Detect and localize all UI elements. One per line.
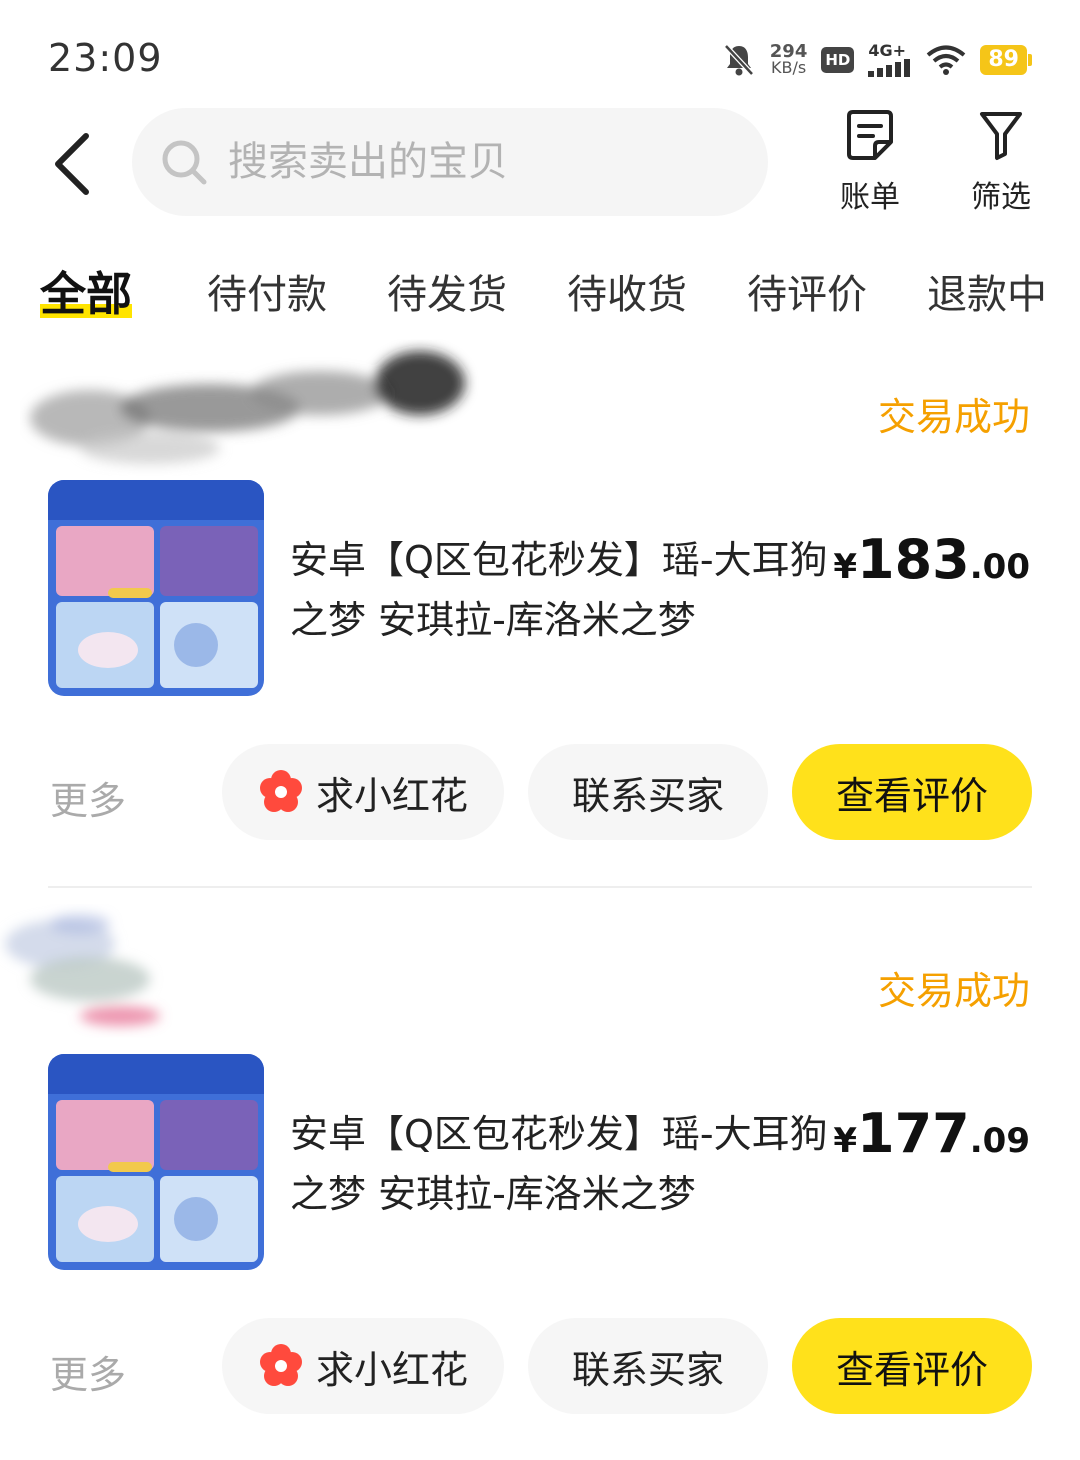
- contact-buyer-button[interactable]: 联系买家: [528, 744, 768, 840]
- battery-level: 89: [980, 45, 1027, 75]
- product-title[interactable]: 安卓【Q区包花秒发】瑶-大耳狗之梦 安琪拉-库洛米之梦: [290, 530, 830, 650]
- buyer-name-redacted: [30, 351, 465, 464]
- signal-icon: [868, 59, 911, 77]
- order-status: 交易成功: [877, 969, 1030, 1013]
- view-review-button[interactable]: 查看评价: [792, 744, 1032, 840]
- more-button[interactable]: 更多: [50, 1344, 126, 1399]
- order-price: ¥177.09: [833, 1102, 1030, 1165]
- search-icon: [162, 140, 207, 185]
- net-speed-unit: KB/s: [770, 58, 807, 77]
- bill-icon: [847, 110, 893, 160]
- filter-label: 筛选: [971, 180, 1031, 215]
- tab-pending-payment[interactable]: 待付款: [207, 262, 327, 320]
- order-tabs: 全部 待付款 待发货 待收货 待评价 退款中: [0, 262, 1080, 332]
- price-decimal: .09: [969, 1121, 1030, 1161]
- back-arrow-icon: [55, 133, 89, 195]
- search-box[interactable]: [132, 108, 768, 216]
- product-title[interactable]: 安卓【Q区包花秒发】瑶-大耳狗之梦 安琪拉-库洛米之梦: [290, 1104, 830, 1224]
- bell-off-icon: [723, 44, 754, 76]
- header: 账单 筛选: [0, 108, 1080, 220]
- order-price: ¥183.00: [833, 528, 1030, 591]
- battery-tip: [1028, 54, 1032, 66]
- price-integer: 177: [857, 1102, 970, 1165]
- ask-flower-button[interactable]: 求小红花: [222, 1318, 504, 1414]
- status-time: 23:09: [48, 36, 163, 80]
- cellular-signal: 4G+: [868, 43, 912, 77]
- tab-label: 全部: [40, 267, 132, 321]
- tab-pending-receipt[interactable]: 待收货: [567, 262, 687, 320]
- product-image[interactable]: [48, 1054, 264, 1270]
- tab-label: 待评价: [747, 272, 867, 318]
- network-type: 4G+: [868, 41, 907, 60]
- price-currency: ¥: [833, 547, 858, 587]
- tab-label: 退款中: [927, 272, 1047, 318]
- order-divider: [48, 886, 1032, 888]
- bill-label: 账单: [840, 180, 900, 215]
- price-integer: 183: [857, 528, 970, 591]
- more-button[interactable]: 更多: [50, 770, 126, 825]
- red-flower-icon: [259, 770, 302, 812]
- order-status: 交易成功: [877, 395, 1030, 439]
- tab-pending-shipment[interactable]: 待发货: [387, 262, 507, 320]
- filter-button[interactable]: 筛选: [946, 108, 1056, 216]
- bill-button[interactable]: 账单: [815, 108, 925, 216]
- buyer-name-redacted: [5, 914, 160, 1026]
- back-button[interactable]: [50, 130, 100, 200]
- tab-all[interactable]: 全部: [40, 258, 132, 324]
- view-review-button[interactable]: 查看评价: [792, 1318, 1032, 1414]
- tab-label: 待付款: [207, 272, 327, 318]
- red-flower-icon: [259, 1344, 302, 1386]
- hd-badge: HD: [821, 47, 855, 73]
- wifi-icon: [927, 45, 966, 75]
- status-bar: 23:09 294 KB/s HD 4G+ 89: [0, 0, 1080, 110]
- tab-pending-review[interactable]: 待评价: [747, 262, 867, 320]
- contact-buyer-button[interactable]: 联系买家: [528, 1318, 768, 1414]
- tab-label: 待发货: [387, 272, 507, 318]
- price-decimal: .00: [969, 547, 1030, 587]
- ask-flower-label: 求小红花: [315, 1347, 468, 1392]
- search-input[interactable]: [228, 130, 728, 194]
- ask-flower-button[interactable]: 求小红花: [222, 744, 504, 840]
- ask-flower-label: 求小红花: [315, 773, 468, 818]
- product-image[interactable]: [48, 480, 264, 696]
- tab-label: 待收货: [567, 272, 687, 318]
- tab-refunding[interactable]: 退款中: [927, 262, 1047, 320]
- price-currency: ¥: [833, 1121, 858, 1161]
- filter-icon: [980, 112, 1022, 160]
- net-speed: 294 KB/s: [770, 43, 808, 77]
- status-icons: 294 KB/s HD 4G+ 89: [722, 38, 1032, 82]
- battery-icon: 89: [980, 45, 1032, 75]
